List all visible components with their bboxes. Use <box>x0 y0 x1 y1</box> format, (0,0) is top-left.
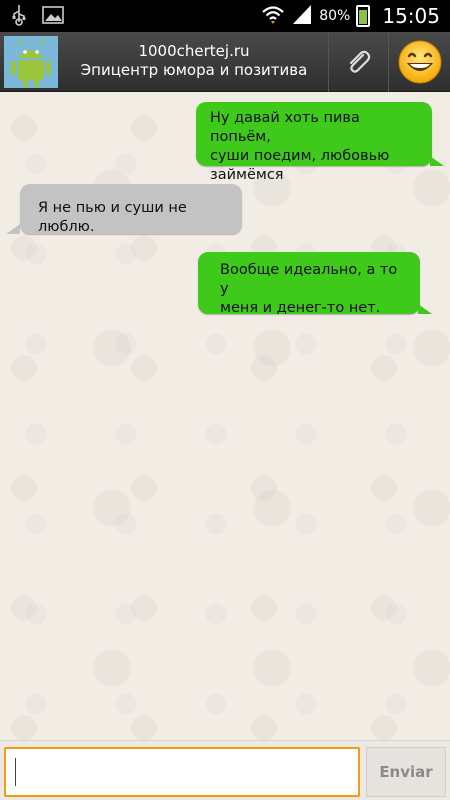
smiley-icon <box>398 40 441 84</box>
bubble-tail <box>418 304 432 314</box>
message-bubble-outgoing[interactable]: Ну давай хоть пива попьём, суши поедим, … <box>196 102 432 183</box>
signal-icon <box>291 3 313 29</box>
usb-icon <box>8 4 30 26</box>
text-caret <box>15 758 16 786</box>
image-icon <box>42 4 64 26</box>
attach-button[interactable] <box>328 32 386 92</box>
message-text: Я не пью и суши не люблю. <box>38 200 187 235</box>
send-button[interactable]: Enviar <box>366 747 446 797</box>
bubble-tail <box>430 156 444 166</box>
message-text: Ну давай хоть пива попьём, суши поедим, … <box>210 110 390 183</box>
chat-header: 1000chertej.ru Эпицентр юмора и позитива <box>0 32 450 92</box>
message-bubble-outgoing[interactable]: Вообще идеально, а то у меня и денег-то … <box>198 252 420 316</box>
wifi-icon <box>261 3 285 29</box>
battery-icon <box>356 5 371 27</box>
contact-name: 1000chertej.ru <box>138 42 250 60</box>
contact-status: Эпицентр юмора и позитива <box>80 61 308 79</box>
bubble-tail <box>6 224 20 234</box>
emoji-button[interactable] <box>388 32 450 92</box>
android-icon <box>4 36 58 88</box>
message-input[interactable] <box>4 747 360 797</box>
clock: 15:05 <box>382 4 440 28</box>
composer-bar: Enviar <box>0 740 450 800</box>
battery-percent: 80% <box>319 8 351 24</box>
chat-title[interactable]: 1000chertej.ru Эпицентр юмора и позитива <box>64 42 324 80</box>
avatar[interactable] <box>4 36 58 88</box>
message-bubble-incoming[interactable]: Я не пью и суши не люблю. <box>20 184 242 235</box>
chat-area[interactable]: Ну давай хоть пива попьём, суши поедим, … <box>0 92 450 740</box>
paperclip-icon <box>349 50 370 73</box>
message-text: Вообще идеально, а то у меня и денег-то … <box>220 262 398 316</box>
status-bar: 80% 15:05 <box>0 0 450 32</box>
